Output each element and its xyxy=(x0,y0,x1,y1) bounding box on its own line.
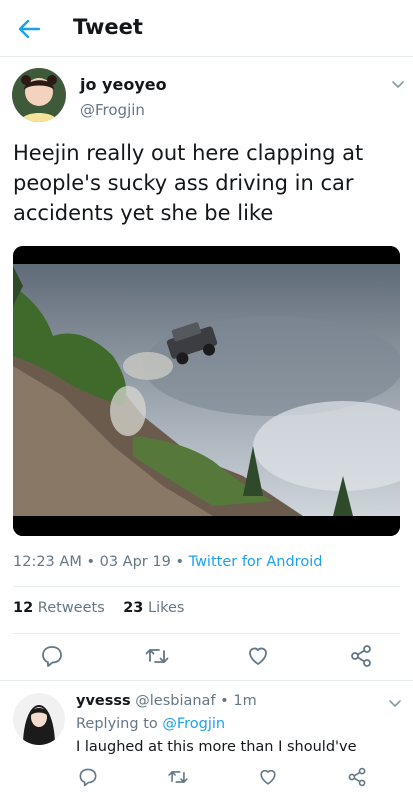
tweet-time: 12:23 AM xyxy=(13,554,82,570)
page-title: Tweet xyxy=(73,15,143,39)
replying-to: Replying to @Frogjin xyxy=(76,716,225,732)
tweet-stats: 12 Retweets 23 Likes xyxy=(13,600,184,616)
reply-time: 1m xyxy=(233,693,257,709)
likes-stat[interactable]: 23 Likes xyxy=(123,600,184,616)
retweets-label: Retweets xyxy=(37,600,105,616)
tweet-text: Heejin really out here clapping at peopl… xyxy=(13,141,364,225)
tweet-date: 03 Apr 19 xyxy=(99,554,171,570)
chevron-down-icon[interactable] xyxy=(387,695,403,711)
reply-avatar[interactable] xyxy=(13,693,65,745)
likes-count: 23 xyxy=(123,600,144,616)
meta-separator: • xyxy=(175,554,189,570)
replying-to-mention[interactable]: @Frogjin xyxy=(162,716,225,732)
tweet-media[interactable] xyxy=(13,246,400,536)
back-arrow-icon[interactable] xyxy=(14,14,44,44)
retweets-stat[interactable]: 12 Retweets xyxy=(13,600,105,616)
author-name[interactable]: jo yeoyeo xyxy=(80,75,167,94)
replying-to-prefix: Replying to xyxy=(76,716,158,732)
top-bar: Tweet xyxy=(0,0,413,57)
reply-icon[interactable] xyxy=(77,766,99,788)
share-icon[interactable] xyxy=(348,643,374,669)
reply-author-handle[interactable]: @lesbianaf xyxy=(135,693,215,709)
chevron-down-icon[interactable] xyxy=(390,76,406,92)
like-icon[interactable] xyxy=(245,643,271,669)
tweet-source-link[interactable]: Twitter for Android xyxy=(189,554,323,570)
retweets-count: 12 xyxy=(13,600,34,616)
divider xyxy=(0,680,413,681)
tweet-meta: 12:23 AM • 03 Apr 19 • Twitter for Andro… xyxy=(13,554,322,570)
meta-separator: • xyxy=(86,554,100,570)
meta-separator: • xyxy=(220,693,234,709)
reply-header: yvesss @lesbianaf • 1m xyxy=(76,693,257,709)
divider xyxy=(13,633,400,634)
retweet-icon[interactable] xyxy=(167,766,189,788)
tweet-image xyxy=(13,246,400,536)
reply-text: I laughed at this more than I should've xyxy=(76,739,357,755)
reply-icon[interactable] xyxy=(39,643,65,669)
author-handle[interactable]: @Frogjin xyxy=(80,101,145,119)
share-icon[interactable] xyxy=(346,766,368,788)
divider xyxy=(13,586,400,587)
like-icon[interactable] xyxy=(257,766,279,788)
retweet-icon[interactable] xyxy=(144,643,170,669)
likes-label: Likes xyxy=(148,600,185,616)
author-avatar[interactable] xyxy=(12,68,66,122)
reply-author-name[interactable]: yvesss xyxy=(76,693,131,709)
